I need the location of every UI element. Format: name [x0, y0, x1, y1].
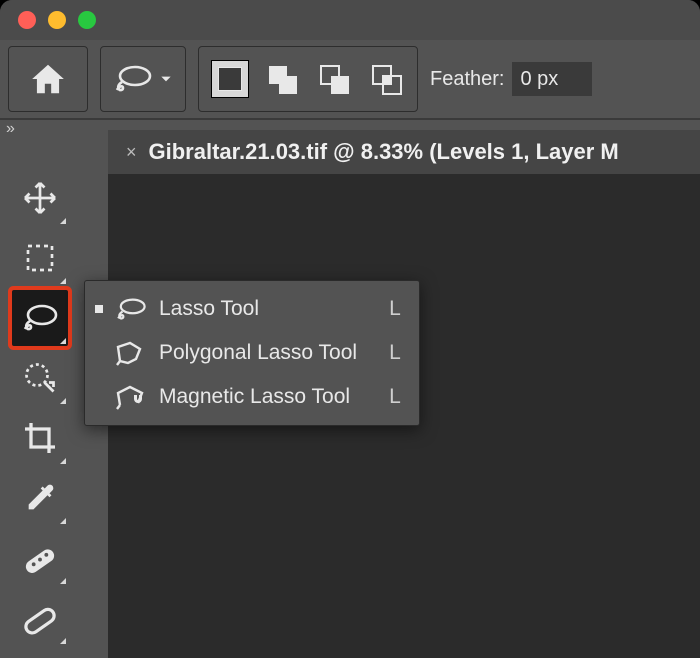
flyout-indicator [60, 518, 66, 524]
magnetic-lasso-icon [113, 379, 149, 415]
move-icon [22, 180, 58, 216]
eyedropper-tool[interactable] [12, 470, 68, 526]
flyout-indicator [60, 338, 66, 344]
selection-mode-subtract[interactable] [315, 60, 353, 98]
intersect-selection-icon [369, 62, 403, 96]
window-minimize-button[interactable] [48, 11, 66, 29]
lasso-tool[interactable] [12, 290, 68, 346]
selection-mode-intersect[interactable] [367, 60, 405, 98]
panel-strip: » [0, 120, 32, 160]
flyout-shortcut: L [389, 385, 401, 409]
flyout-item-magnetic-lasso[interactable]: Magnetic Lasso Tool L [85, 375, 419, 419]
selection-mode-group [198, 46, 418, 112]
chevron-down-icon [159, 72, 173, 86]
quick-selection-icon [22, 360, 58, 396]
current-indicator [95, 349, 103, 357]
move-tool[interactable] [12, 170, 68, 226]
options-bar: Feather: [0, 40, 700, 118]
flyout-indicator [60, 458, 66, 464]
brush-tool[interactable] [12, 590, 68, 646]
window-maximize-button[interactable] [78, 11, 96, 29]
marquee-tool[interactable] [12, 230, 68, 286]
current-indicator [95, 305, 103, 313]
home-button[interactable] [8, 46, 88, 112]
healing-brush-icon [21, 539, 59, 577]
marquee-icon [24, 242, 56, 274]
app-window: Feather: » × Gibraltar.21.03.tif @ 8.33%… [0, 0, 700, 658]
lasso-flyout-menu: Lasso Tool L Polygonal Lasso Tool L Magn… [84, 280, 420, 426]
flyout-shortcut: L [389, 297, 401, 321]
flyout-shortcut: L [389, 341, 401, 365]
window-close-button[interactable] [18, 11, 36, 29]
feather-label: Feather: [430, 68, 504, 91]
current-tool-dropdown[interactable] [100, 46, 186, 112]
selection-mode-add[interactable] [263, 60, 301, 98]
divider [0, 118, 700, 120]
crop-tool[interactable] [12, 410, 68, 466]
home-icon [29, 60, 67, 98]
lasso-icon [20, 302, 60, 334]
subtract-selection-icon [317, 62, 351, 96]
flyout-label: Polygonal Lasso Tool [159, 341, 379, 365]
lasso-icon [113, 291, 149, 327]
flyout-indicator [60, 638, 66, 644]
add-selection-icon [265, 62, 299, 96]
flyout-indicator [60, 578, 66, 584]
flyout-item-polygonal-lasso[interactable]: Polygonal Lasso Tool L [85, 331, 419, 375]
flyout-label: Lasso Tool [159, 297, 379, 321]
titlebar [0, 0, 700, 40]
lasso-icon [113, 64, 153, 94]
polygonal-lasso-icon [113, 335, 149, 371]
flyout-indicator [60, 218, 66, 224]
current-indicator [95, 393, 103, 401]
quick-selection-tool[interactable] [12, 350, 68, 406]
flyout-item-lasso[interactable]: Lasso Tool L [85, 287, 419, 331]
feather-control: Feather: [430, 62, 592, 96]
close-tab-button[interactable]: × [126, 142, 137, 163]
brush-icon [21, 599, 59, 637]
healing-brush-tool[interactable] [12, 530, 68, 586]
tools-panel [8, 164, 72, 646]
flyout-indicator [60, 398, 66, 404]
window-controls [18, 11, 96, 29]
crop-icon [22, 420, 58, 456]
flyout-label: Magnetic Lasso Tool [159, 385, 379, 409]
document-tab-title: Gibraltar.21.03.tif @ 8.33% (Levels 1, L… [149, 139, 619, 165]
document-tab-strip: × Gibraltar.21.03.tif @ 8.33% (Levels 1,… [108, 130, 700, 174]
expand-panels-button[interactable]: » [0, 120, 32, 138]
eyedropper-icon [23, 481, 57, 515]
flyout-indicator [60, 278, 66, 284]
selection-mode-new[interactable] [211, 60, 249, 98]
document-tab[interactable]: × Gibraltar.21.03.tif @ 8.33% (Levels 1,… [108, 130, 637, 174]
feather-input[interactable] [512, 62, 592, 96]
